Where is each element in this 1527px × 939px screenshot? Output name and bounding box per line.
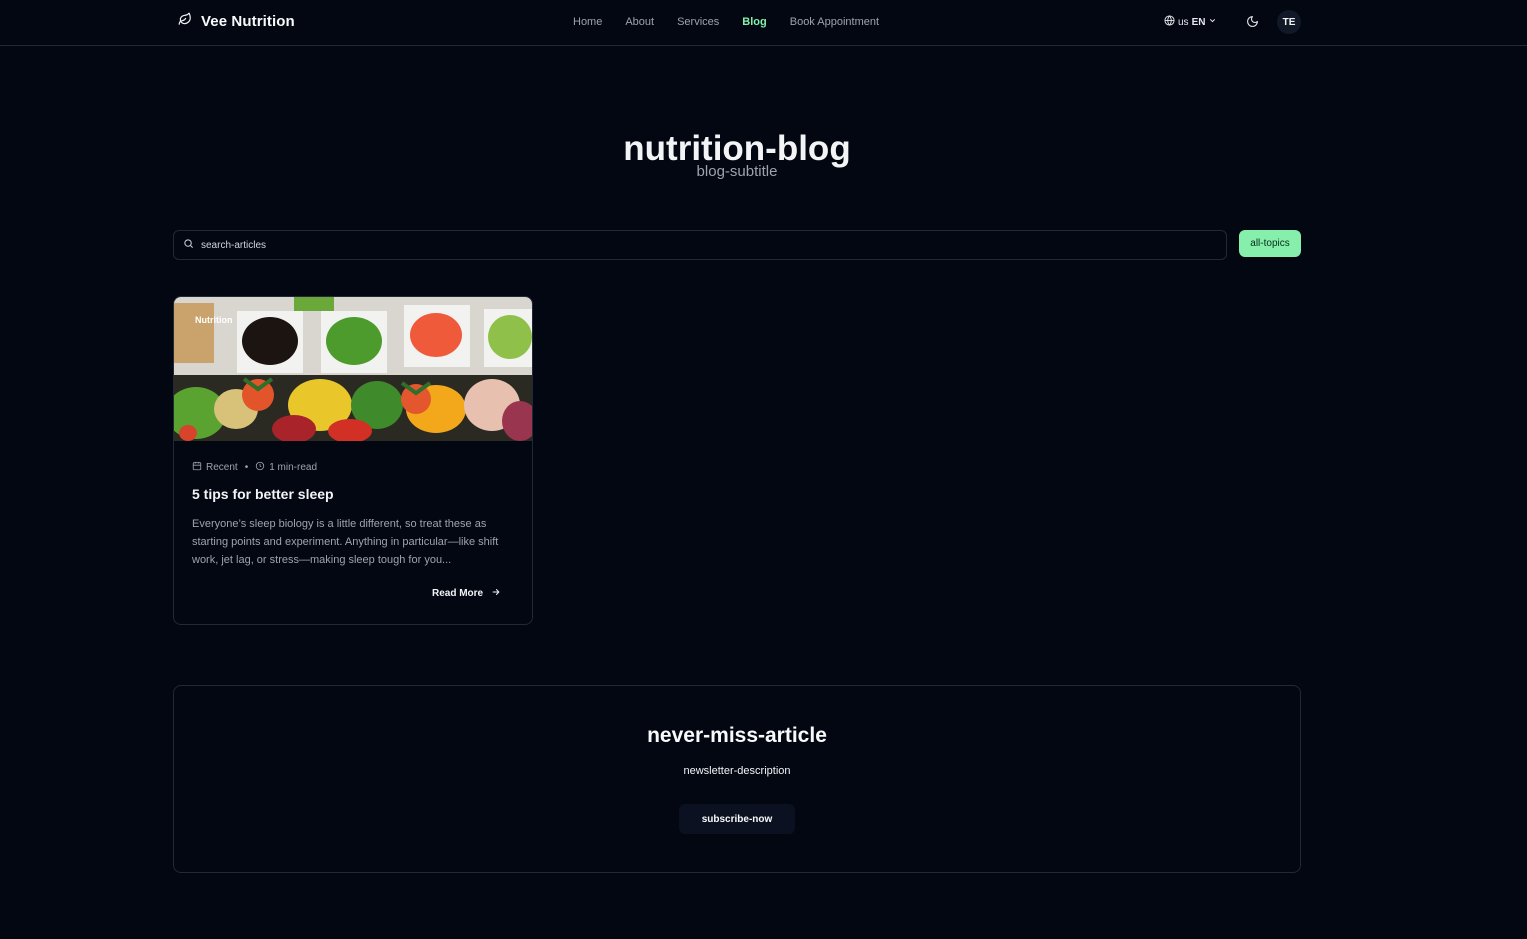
newsletter-section: never-miss-article newsletter-descriptio…: [173, 685, 1301, 873]
arrow-right-icon: [491, 587, 501, 600]
nav-blog[interactable]: Blog: [742, 15, 766, 29]
language-flag: us: [1178, 16, 1189, 28]
article-card[interactable]: Nutrition Recent • 1 min-read 5 tips for…: [173, 296, 533, 625]
clock-icon: [255, 461, 265, 474]
brand[interactable]: Vee Nutrition: [178, 12, 295, 31]
nav-about[interactable]: About: [625, 15, 654, 29]
language-code: EN: [1191, 16, 1206, 28]
subscribe-button[interactable]: subscribe-now: [679, 804, 795, 834]
article-image: Nutrition: [174, 297, 532, 441]
language-selector[interactable]: us EN: [1164, 15, 1217, 29]
leaf-icon: [178, 12, 192, 31]
calendar-icon: [192, 461, 202, 474]
article-excerpt: Everyone’s sleep biology is a little dif…: [192, 518, 499, 566]
moon-icon[interactable]: [1246, 15, 1259, 33]
all-topics-button[interactable]: all-topics: [1239, 230, 1301, 257]
search-placeholder: search-articles: [201, 239, 267, 251]
search-input[interactable]: search-articles: [173, 230, 1227, 260]
top-navbar: Vee Nutrition Home About Services Blog B…: [0, 0, 1527, 46]
article-meta: Recent • 1 min-read: [192, 461, 317, 474]
newsletter-description: newsletter-description: [683, 765, 791, 777]
search-icon: [183, 236, 194, 254]
article-tag: Nutrition: [195, 315, 233, 325]
newsletter-title: never-miss-article: [647, 724, 827, 747]
article-title[interactable]: 5 tips for better sleep: [192, 486, 334, 502]
brand-name: Vee Nutrition: [201, 13, 295, 30]
main-nav: Home About Services Blog Book Appointmen…: [573, 15, 902, 29]
chevron-down-icon: [1208, 16, 1217, 28]
page-subtitle: blog-subtitle: [696, 163, 778, 180]
read-more-label: Read More: [432, 588, 484, 599]
meta-separator: •: [244, 462, 249, 473]
user-avatar[interactable]: TE: [1277, 10, 1301, 34]
nav-home[interactable]: Home: [573, 15, 602, 29]
article-read-time: 1 min-read: [269, 462, 318, 473]
nav-services[interactable]: Services: [677, 15, 719, 29]
nav-book-appointment[interactable]: Book Appointment: [790, 15, 879, 29]
read-more-link[interactable]: Read More: [432, 587, 501, 600]
globe-icon: [1164, 15, 1175, 29]
article-date: Recent: [206, 462, 238, 473]
